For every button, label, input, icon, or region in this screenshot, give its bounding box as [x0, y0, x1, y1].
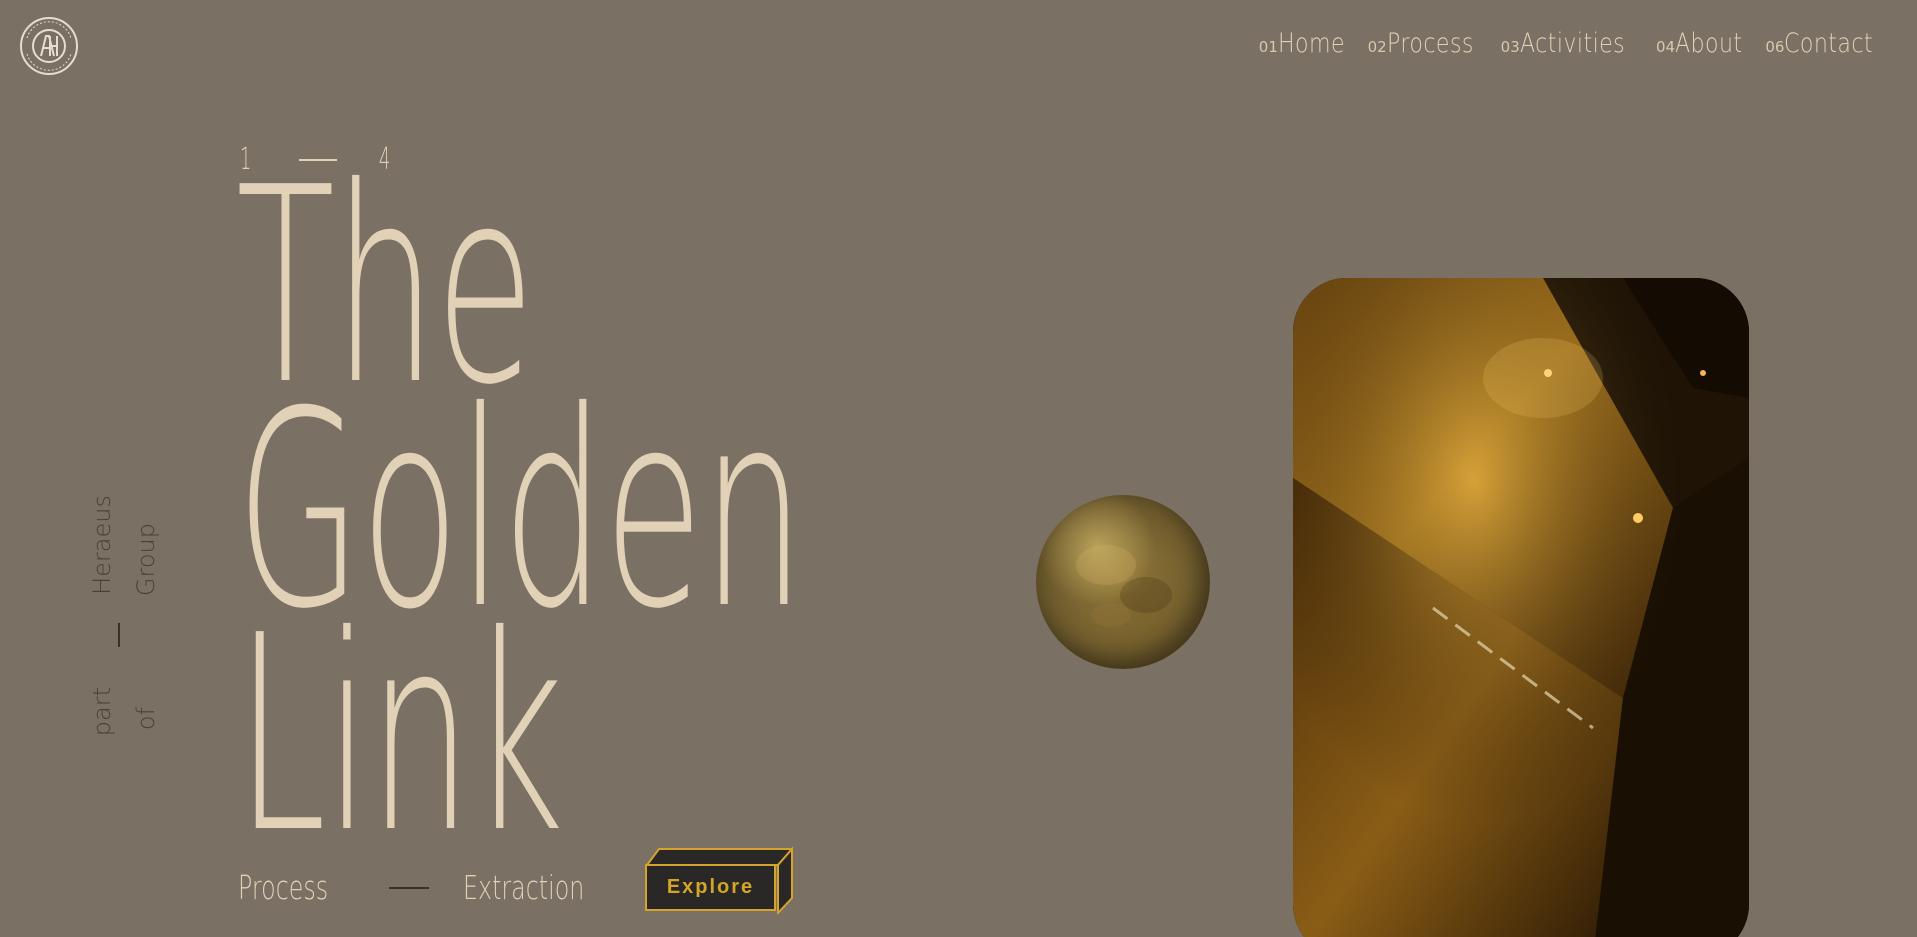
- main-nav: 01 Home 02 Process 03 Activities 04 Abou…: [1259, 28, 1879, 59]
- nav-item-about[interactable]: 04 About: [1656, 28, 1743, 59]
- nav-label: About: [1675, 28, 1743, 59]
- nav-number: 03: [1500, 38, 1520, 56]
- nav-item-process[interactable]: 02 Process: [1368, 28, 1479, 59]
- nav-item-contact[interactable]: 06 Contact: [1765, 28, 1879, 59]
- nav-label: Process: [1386, 28, 1474, 59]
- subtitle-extraction: Extraction: [463, 868, 585, 907]
- side-text-heraeus: Heraeus: [88, 495, 116, 595]
- nav-number: 02: [1367, 38, 1387, 56]
- nav-item-activities[interactable]: 03 Activities: [1501, 28, 1634, 59]
- gold-bars-video: [1293, 278, 1749, 937]
- gold-orb-image: [1036, 495, 1210, 669]
- subtitle-divider: [389, 886, 430, 889]
- nav-number: 04: [1655, 38, 1676, 56]
- page: 01 Home 02 Process 03 Activities 04 Abou…: [0, 0, 1917, 937]
- side-caption: part of Heraeus Group: [82, 495, 162, 737]
- hero-title-line-3: Link: [236, 577, 564, 892]
- nav-label: Contact: [1784, 28, 1874, 59]
- side-text-group: Group: [132, 523, 160, 597]
- nav-label: Activities: [1519, 28, 1625, 59]
- explore-button-label: Explore: [645, 864, 776, 911]
- nav-number: 06: [1765, 38, 1785, 56]
- nav-number: 01: [1258, 38, 1278, 56]
- brand-logo-icon[interactable]: [19, 16, 79, 76]
- side-text-divider: [118, 623, 120, 647]
- explore-button[interactable]: Explore: [645, 846, 793, 914]
- nav-label: Home: [1277, 28, 1345, 59]
- hero-subtitle: Process Extraction: [238, 868, 632, 907]
- side-text-of: of: [132, 707, 160, 731]
- subtitle-process: Process: [238, 868, 329, 907]
- nav-item-home[interactable]: 01 Home: [1259, 28, 1346, 59]
- side-text-part: part: [88, 687, 116, 737]
